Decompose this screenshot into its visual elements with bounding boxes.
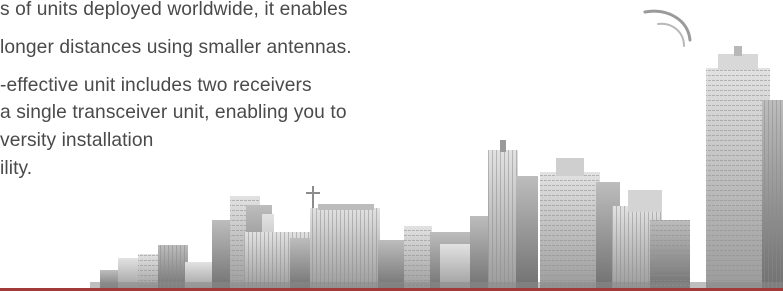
description-line: a single transceiver unit, enabling you … [0, 102, 347, 123]
description-line: ility. [0, 158, 33, 179]
swoosh-mark-icon [643, 9, 692, 47]
hero-banner: s of units deployed worldwide, it enable… [0, 0, 783, 291]
description-line: -effective unit includes two receivers [0, 75, 312, 96]
description-line: longer distances using smaller antennas. [0, 37, 352, 58]
description-line: s of units deployed worldwide, it enable… [0, 0, 348, 20]
description-line: versity installation [0, 130, 154, 151]
